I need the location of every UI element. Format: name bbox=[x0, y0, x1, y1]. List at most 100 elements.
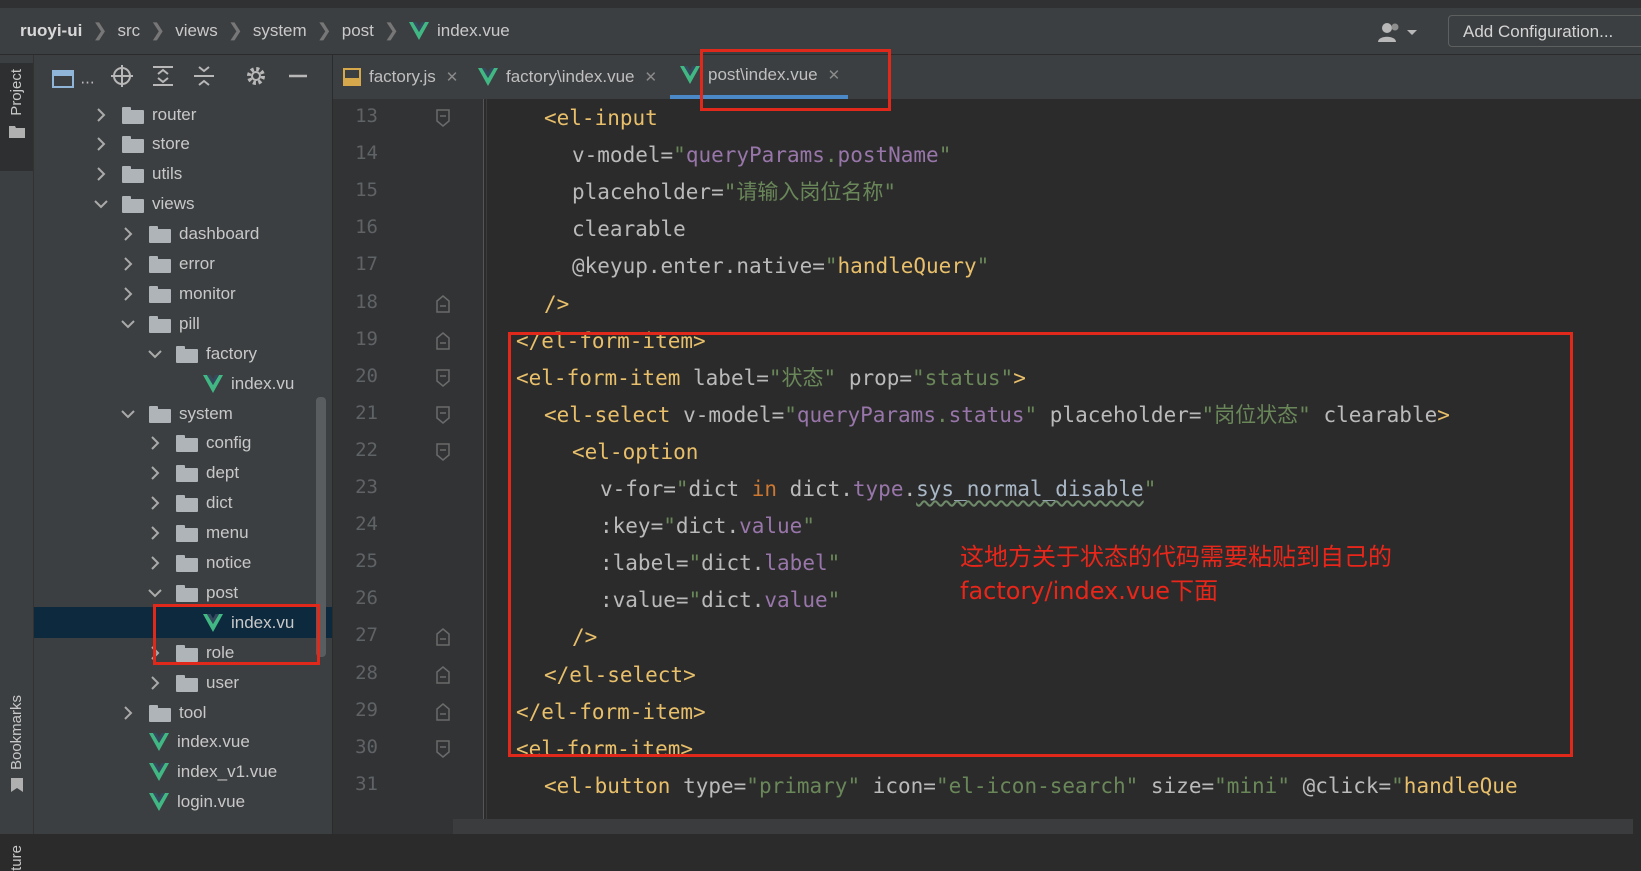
expand-all-button[interactable] bbox=[151, 65, 175, 89]
project-view-selector[interactable]: ... bbox=[52, 65, 98, 89]
fold-marker-icon[interactable] bbox=[436, 294, 450, 313]
vue-file-icon bbox=[478, 68, 498, 86]
chevron-right-icon[interactable] bbox=[121, 227, 135, 241]
tree-file[interactable]: index.vue bbox=[34, 727, 332, 758]
tree-folder-pill[interactable]: pill bbox=[34, 308, 332, 339]
project-tool-tab[interactable]: Project bbox=[0, 63, 33, 171]
chevron-down-icon[interactable] bbox=[148, 588, 162, 598]
tree-folder-tool[interactable]: tool bbox=[34, 697, 332, 728]
chevron-right-icon[interactable] bbox=[121, 287, 135, 301]
chevron-right-icon[interactable] bbox=[121, 705, 135, 720]
fold-marker-icon[interactable] bbox=[436, 628, 450, 647]
chevron-right-icon[interactable] bbox=[94, 167, 108, 182]
folder-icon bbox=[122, 166, 144, 184]
bookmarks-tool-tab[interactable]: Bookmarks bbox=[0, 695, 33, 793]
collapse-all-button[interactable] bbox=[192, 65, 216, 89]
code-line: @keyup.enter.native="handleQuery" bbox=[572, 247, 989, 285]
add-configuration-button[interactable]: Add Configuration... bbox=[1448, 15, 1641, 47]
chevron-down-icon[interactable] bbox=[121, 409, 135, 419]
fold-marker-icon[interactable] bbox=[436, 665, 450, 684]
breadcrumb-item[interactable]: system bbox=[253, 21, 307, 41]
chevron-right-icon[interactable] bbox=[94, 137, 108, 152]
vue-file-icon bbox=[408, 21, 429, 40]
tree-folder-dept[interactable]: dept bbox=[34, 458, 332, 489]
annotation-line-2: factory/index.vue下面 bbox=[960, 577, 1219, 605]
crosshair-icon bbox=[111, 65, 133, 87]
folder-icon bbox=[176, 435, 198, 453]
tree-folder-system[interactable]: system bbox=[34, 398, 332, 429]
code-line: /> bbox=[544, 285, 569, 323]
chevron-right-icon[interactable] bbox=[148, 496, 162, 510]
folder-icon bbox=[176, 465, 198, 483]
chevron-right-icon[interactable] bbox=[148, 466, 162, 481]
line-number: 20 bbox=[355, 364, 378, 387]
tree-folder-views[interactable]: views bbox=[34, 189, 332, 220]
folder-icon bbox=[122, 136, 144, 154]
chevron-down-icon[interactable] bbox=[148, 349, 162, 359]
project-panel: ... router store utils views dashboard e… bbox=[34, 55, 332, 834]
tree-folder-config[interactable]: config bbox=[34, 428, 332, 459]
folder-icon bbox=[149, 226, 171, 244]
hide-panel-button[interactable] bbox=[286, 65, 310, 89]
code-token: icon= bbox=[872, 773, 936, 798]
tree-folder-monitor[interactable]: monitor bbox=[34, 278, 332, 309]
tree-folder-store[interactable]: store bbox=[34, 129, 332, 160]
breadcrumb-item[interactable]: post bbox=[342, 21, 374, 41]
breadcrumb: ruoyi-ui ❯ src ❯ views ❯ system ❯ post ❯ index.vue bbox=[20, 20, 510, 41]
account-menu-button[interactable] bbox=[1378, 20, 1420, 44]
settings-button[interactable] bbox=[244, 65, 268, 89]
chevron-down-icon[interactable] bbox=[121, 319, 135, 329]
fold-marker-icon[interactable] bbox=[436, 109, 450, 127]
editor-tab-1[interactable]: factory.js ✕ bbox=[333, 55, 468, 99]
window-icon bbox=[52, 69, 74, 88]
tree-folder-error[interactable]: error bbox=[34, 249, 332, 280]
tree-folder-notice[interactable]: notice bbox=[34, 548, 332, 579]
folder-icon bbox=[176, 674, 198, 692]
code-token: @click= bbox=[1302, 773, 1392, 798]
fold-marker-icon[interactable] bbox=[436, 702, 450, 721]
structure-tool-tab[interactable]: ture bbox=[0, 845, 33, 871]
chevron-right-icon[interactable] bbox=[148, 675, 162, 690]
close-icon[interactable]: ✕ bbox=[446, 68, 459, 86]
chevron-right-icon[interactable] bbox=[121, 257, 135, 271]
tree-folder-factory[interactable]: factory bbox=[34, 338, 332, 369]
chevron-down-icon[interactable] bbox=[94, 199, 108, 209]
line-number: 17 bbox=[355, 253, 378, 276]
tree-file[interactable]: index.vu bbox=[34, 368, 332, 399]
vue-file-icon bbox=[203, 374, 223, 393]
tree-folder-user[interactable]: user bbox=[34, 667, 332, 698]
horizontal-scrollbar[interactable] bbox=[453, 819, 1633, 834]
code-line: <el-button type="primary" icon="el-icon-… bbox=[544, 767, 1518, 805]
tree-folder-menu[interactable]: menu bbox=[34, 518, 332, 549]
expand-all-icon bbox=[153, 66, 173, 86]
editor-tab-2[interactable]: factory\index.vue ✕ bbox=[468, 55, 670, 99]
tree-file[interactable]: index_v1.vue bbox=[34, 757, 332, 788]
chevron-right-icon[interactable] bbox=[148, 556, 162, 570]
fold-marker-icon[interactable] bbox=[436, 368, 450, 387]
tree-file[interactable]: login.vue bbox=[34, 787, 332, 818]
chevron-right-icon[interactable] bbox=[94, 107, 108, 122]
close-icon[interactable]: ✕ bbox=[645, 68, 658, 86]
fold-marker-icon[interactable] bbox=[436, 739, 450, 758]
tree-folder-dict[interactable]: dict bbox=[34, 488, 332, 519]
code-token: "mini" bbox=[1214, 773, 1303, 798]
fold-marker-icon[interactable] bbox=[436, 406, 450, 424]
tree-item-label: post bbox=[206, 582, 239, 602]
tree-folder-dashboard[interactable]: dashboard bbox=[34, 219, 332, 250]
line-number: 25 bbox=[355, 550, 378, 573]
fold-marker-icon[interactable] bbox=[436, 331, 450, 350]
breadcrumb-item[interactable]: ruoyi-ui bbox=[20, 21, 82, 41]
chevron-right-icon[interactable] bbox=[148, 526, 162, 540]
tree-folder-router[interactable]: router bbox=[34, 99, 332, 130]
tree-item-label: config bbox=[206, 433, 252, 453]
code-token: " bbox=[1391, 773, 1404, 798]
breadcrumb-file[interactable]: index.vue bbox=[408, 20, 510, 41]
chevron-right-icon[interactable] bbox=[148, 436, 162, 451]
line-number: 23 bbox=[355, 476, 378, 498]
breadcrumb-file-label: index.vue bbox=[436, 20, 510, 40]
tree-folder-utils[interactable]: utils bbox=[34, 159, 332, 190]
breadcrumb-item[interactable]: src bbox=[117, 21, 140, 41]
locate-file-button[interactable] bbox=[110, 65, 134, 89]
fold-marker-icon[interactable] bbox=[436, 443, 450, 461]
breadcrumb-item[interactable]: views bbox=[175, 21, 218, 41]
